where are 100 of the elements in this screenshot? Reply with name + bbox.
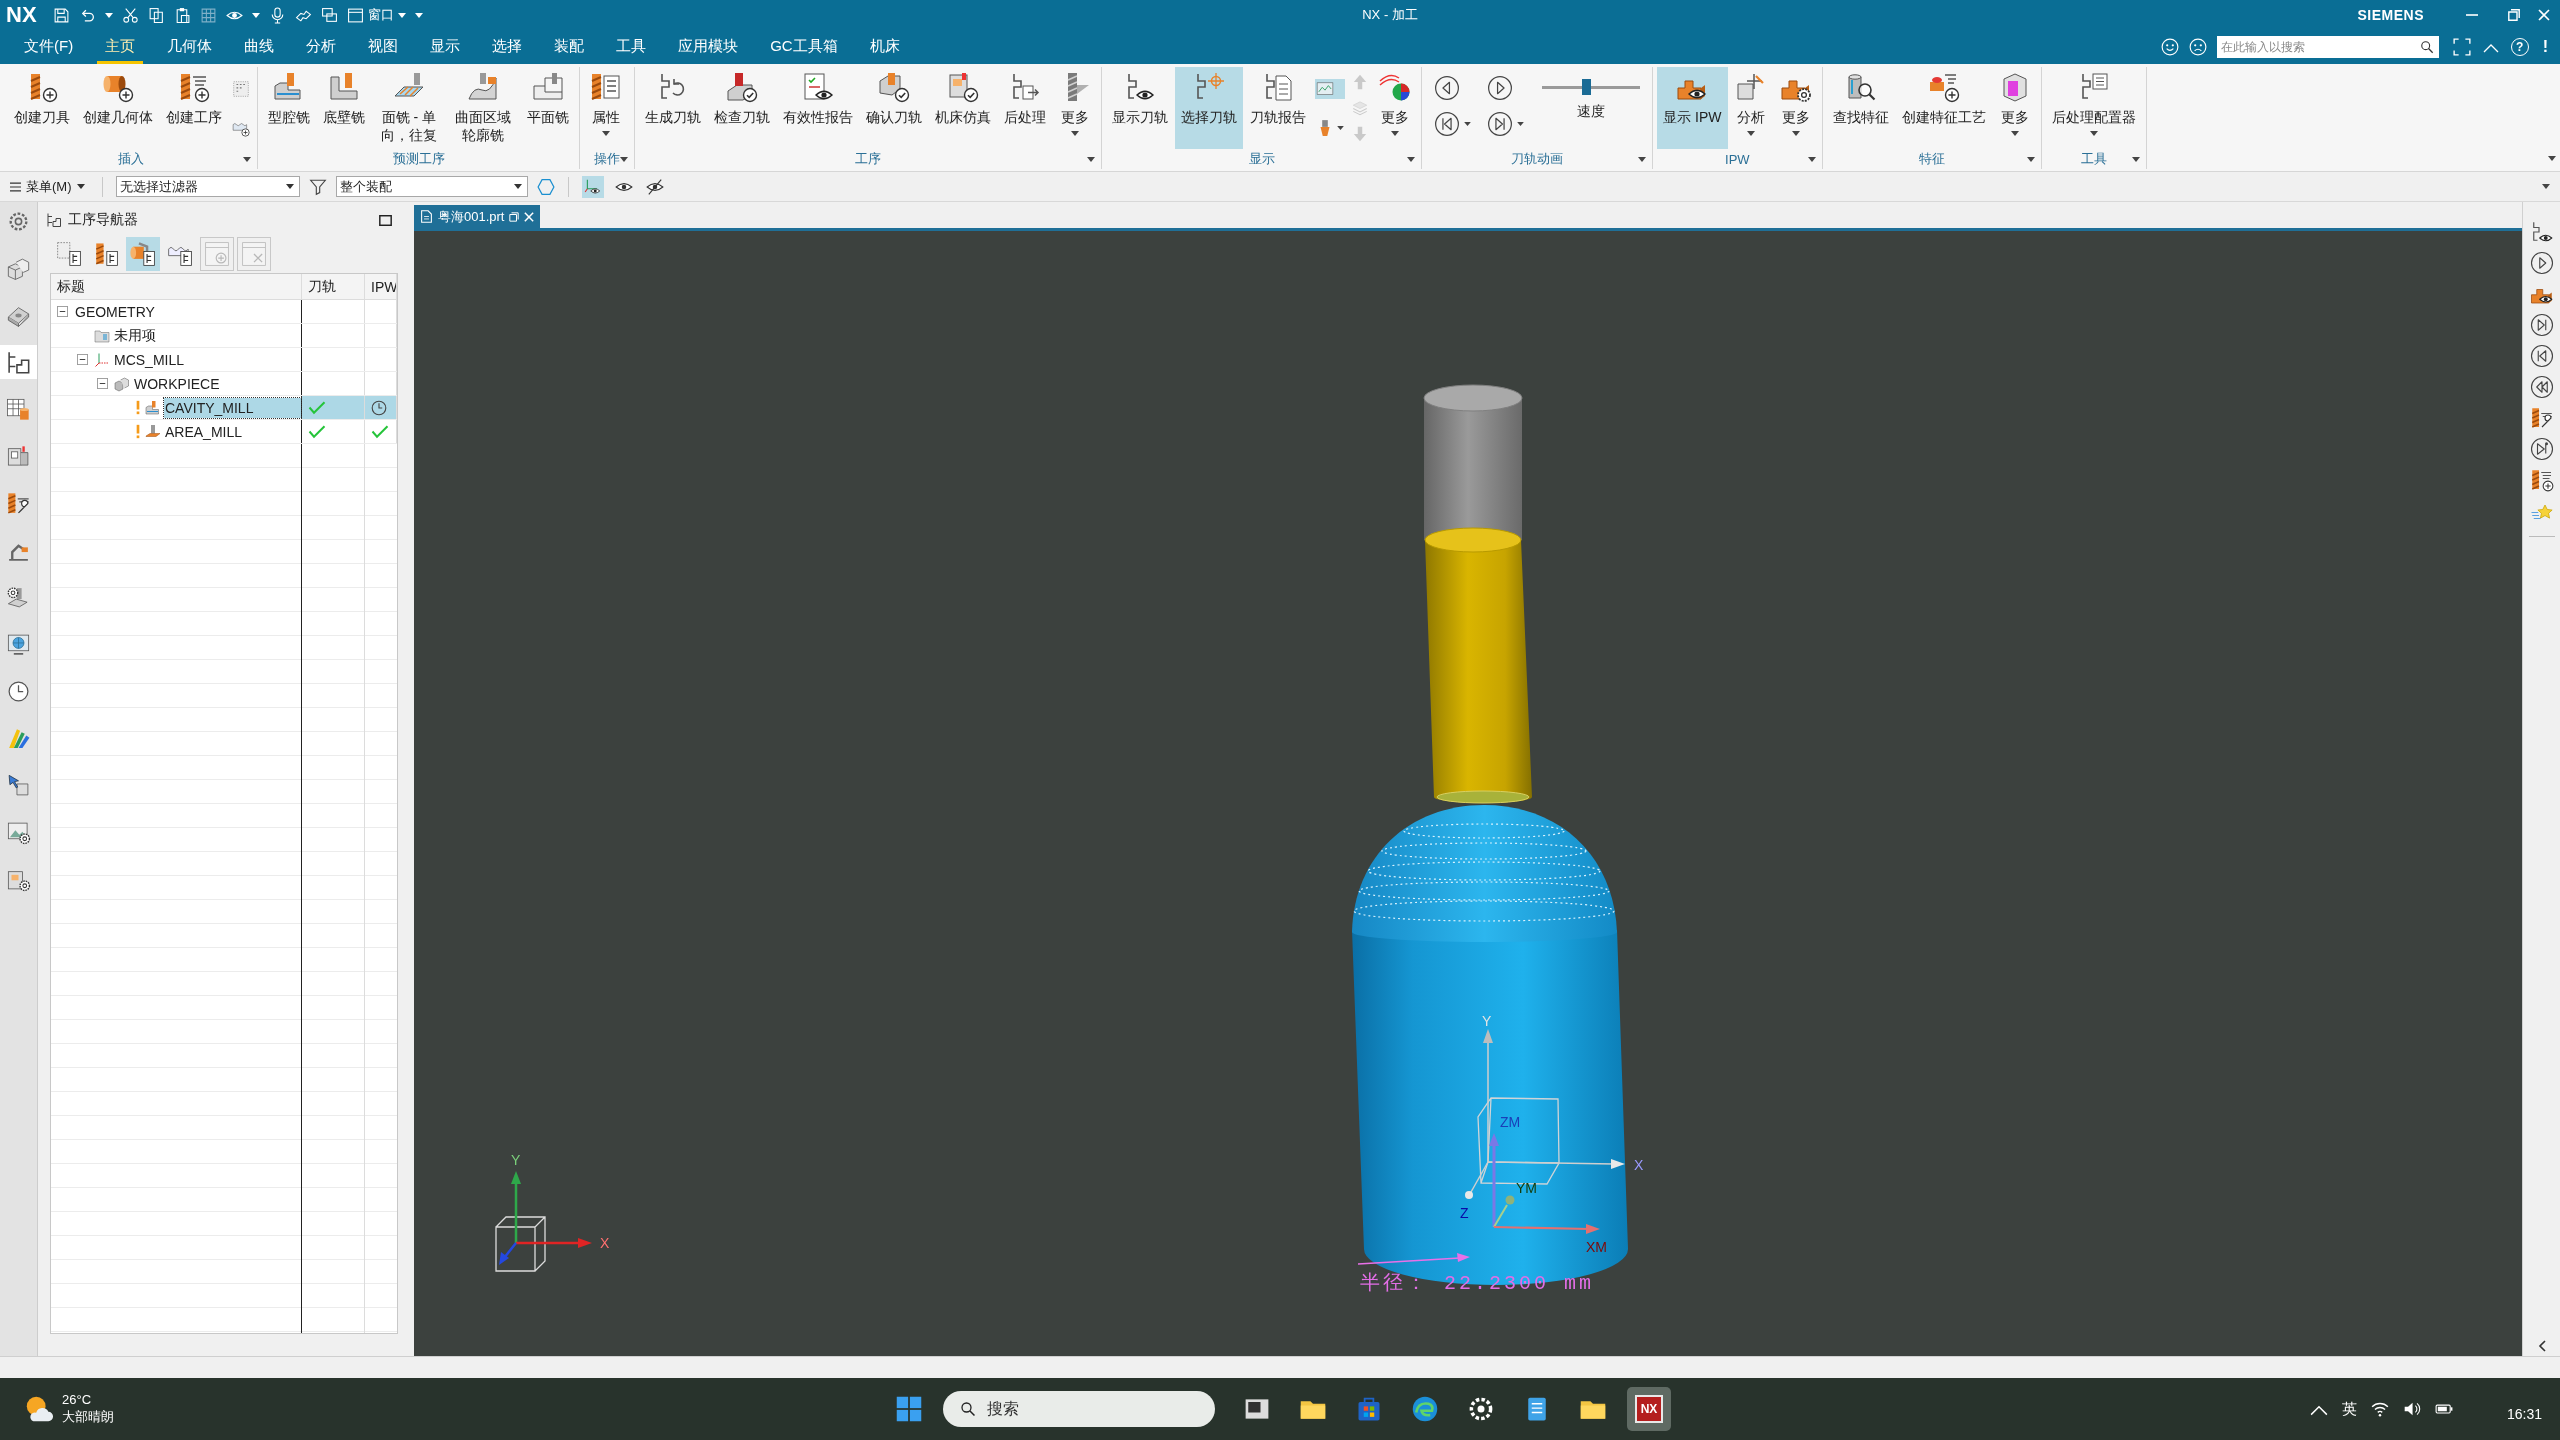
ribbon-button[interactable]: 查找特征 (1826, 67, 1895, 149)
caret-icon[interactable] (243, 156, 251, 162)
icon-button[interactable] (1434, 111, 1472, 137)
filter-dropdown[interactable]: 无选择过滤器 (115, 176, 300, 197)
ribbon-button[interactable]: 创建几何体 (77, 67, 159, 149)
menu-button[interactable]: 菜单(M) (10, 177, 89, 196)
hexagon-icon[interactable] (536, 177, 555, 196)
caret-icon[interactable] (2026, 156, 2035, 162)
input-method-indicator[interactable]: 英 (2341, 1399, 2357, 1419)
skip-end-icon[interactable] (2529, 313, 2554, 337)
save-icon[interactable] (52, 6, 70, 24)
tree-item[interactable]: 未用项 (113, 324, 157, 347)
close-icon[interactable] (524, 211, 535, 222)
menu-tab[interactable]: GC工具箱 (762, 30, 846, 64)
scope-dropdown[interactable]: 整个装配 (335, 176, 528, 197)
clock-text[interactable]: 16:31 (2506, 1406, 2542, 1422)
frown-icon[interactable] (2188, 38, 2207, 56)
ribbon-button[interactable]: 确认刀轨 (860, 67, 929, 149)
caret-icon[interactable] (1807, 156, 1816, 162)
caret-icon[interactable] (2131, 156, 2140, 162)
ribbon-button[interactable]: 刀轨报告 (1244, 67, 1313, 149)
copy-icon[interactable] (147, 6, 165, 24)
close-icon[interactable] (2538, 9, 2550, 21)
menu-tab[interactable]: 几何体 (159, 30, 221, 64)
ribbon-button[interactable]: 面铣 - 单向，往复 (372, 67, 446, 149)
collapse-icon[interactable] (77, 354, 88, 365)
ribbon-button[interactable]: 后处理配置器 (2045, 67, 2142, 149)
menu-tab[interactable]: 应用模块 (670, 30, 747, 64)
scissors-icon[interactable] (121, 6, 139, 24)
ribbon-button[interactable]: 机床仿真 (929, 67, 998, 149)
ribbon-button[interactable]: 分析 (1728, 67, 1773, 149)
skip-start-icon[interactable] (2529, 344, 2554, 368)
menu-tab[interactable]: 曲线 (236, 30, 283, 64)
graphics-area[interactable]: Y X Z ZM YM XM 半径： 22.2300 mm Y X (414, 231, 2522, 1356)
icon-button[interactable] (126, 237, 160, 271)
weather-icon[interactable] (24, 1394, 54, 1424)
tree-item[interactable]: GEOMETRY (74, 301, 156, 322)
ribbon-button[interactable]: 创建特征工艺 (1895, 67, 1992, 149)
tree-item[interactable]: AREA_MILL (164, 421, 244, 442)
search-icon[interactable] (2419, 40, 2434, 54)
restore-icon[interactable] (2508, 9, 2520, 21)
ribbon-button[interactable]: 创建刀具 (8, 67, 76, 149)
menu-tab[interactable]: 选择 (484, 30, 531, 64)
ribbon-button[interactable]: 创建工序 (160, 67, 228, 149)
end-mill-wrench-icon[interactable] (2529, 406, 2554, 430)
file-tab[interactable]: 粤海001.prt (414, 205, 541, 228)
end-mill-list-add-icon[interactable] (2529, 468, 2554, 492)
caret-icon[interactable] (1638, 156, 1647, 162)
caret-icon[interactable] (1407, 156, 1416, 162)
play-icon[interactable] (2529, 251, 2554, 275)
ribbon-button[interactable]: 后处理 (998, 67, 1053, 149)
speaker-icon[interactable] (2402, 1400, 2421, 1418)
chevron-left-icon[interactable] (2537, 1340, 2546, 1352)
caret-icon[interactable] (2548, 156, 2556, 161)
slider-thumb[interactable] (1581, 79, 1591, 95)
menu-tab[interactable]: 视图 (360, 30, 407, 64)
caret-icon[interactable] (1087, 156, 1096, 162)
menu-tab[interactable]: 显示 (422, 30, 469, 64)
ribbon-button[interactable]: 更多 (1992, 67, 2037, 149)
caret-icon[interactable] (251, 12, 260, 18)
column-header[interactable]: 标题 (51, 274, 302, 299)
ribbon-button[interactable]: 显示刀轨 (1106, 67, 1175, 149)
ribbon-button[interactable]: 选择刀轨 (1175, 67, 1244, 149)
maximize-icon[interactable] (379, 214, 392, 226)
caret-icon[interactable] (2542, 184, 2550, 189)
ribbon-button[interactable]: 更多 (1773, 67, 1818, 149)
tree-item[interactable]: WORKPIECE (133, 373, 221, 394)
windows-icon[interactable] (320, 6, 338, 24)
caret-icon[interactable] (104, 12, 113, 18)
icon-button[interactable] (1487, 111, 1525, 137)
taskbar-button[interactable]: NX (1627, 1387, 1671, 1431)
tree-item[interactable]: CAVITY_MILL (164, 397, 301, 418)
smiley-icon[interactable] (2160, 38, 2179, 56)
column-header[interactable]: 刀轨 (302, 274, 365, 299)
ribbon-button[interactable]: 属性 (584, 67, 629, 149)
menu-tab[interactable]: 工具 (608, 30, 655, 64)
step-dot-icon[interactable] (2529, 437, 2554, 461)
start-icon[interactable] (895, 1395, 923, 1423)
collapse-icon[interactable] (57, 306, 68, 317)
tree-item[interactable]: MCS_MILL (113, 349, 186, 370)
fullscreen-icon[interactable] (2452, 38, 2471, 56)
menu-tab[interactable]: 机床 (861, 30, 908, 64)
notice-button[interactable]: ! (2540, 38, 2550, 56)
search-field[interactable]: 搜索 (943, 1391, 1215, 1427)
caret-icon[interactable] (620, 156, 629, 162)
ribbon-button[interactable]: 有效性报告 (777, 67, 860, 149)
restore-icon[interactable] (509, 211, 520, 222)
ribbon-button[interactable]: 曲面区域轮廓铣 (446, 67, 521, 149)
collapse-icon[interactable] (97, 378, 108, 389)
cutting-tool[interactable] (1424, 527, 1532, 804)
toggle-button[interactable] (581, 175, 604, 198)
menu-tab[interactable]: 文件(F) (16, 30, 82, 64)
ribbon-button[interactable]: 生成刀轨 (639, 67, 708, 149)
ribbon-button[interactable]: 显示 IPW (1657, 67, 1728, 149)
ribbon-button[interactable]: 检查刀轨 (708, 67, 777, 149)
ribbon-button[interactable]: 型腔铣 (262, 67, 316, 149)
ribbon-button[interactable]: 平面铣 (521, 67, 576, 149)
window-menu[interactable]: 窗口 (346, 6, 406, 24)
ribbon-button[interactable]: 更多 (1053, 67, 1098, 149)
filter-icon[interactable] (308, 177, 327, 196)
